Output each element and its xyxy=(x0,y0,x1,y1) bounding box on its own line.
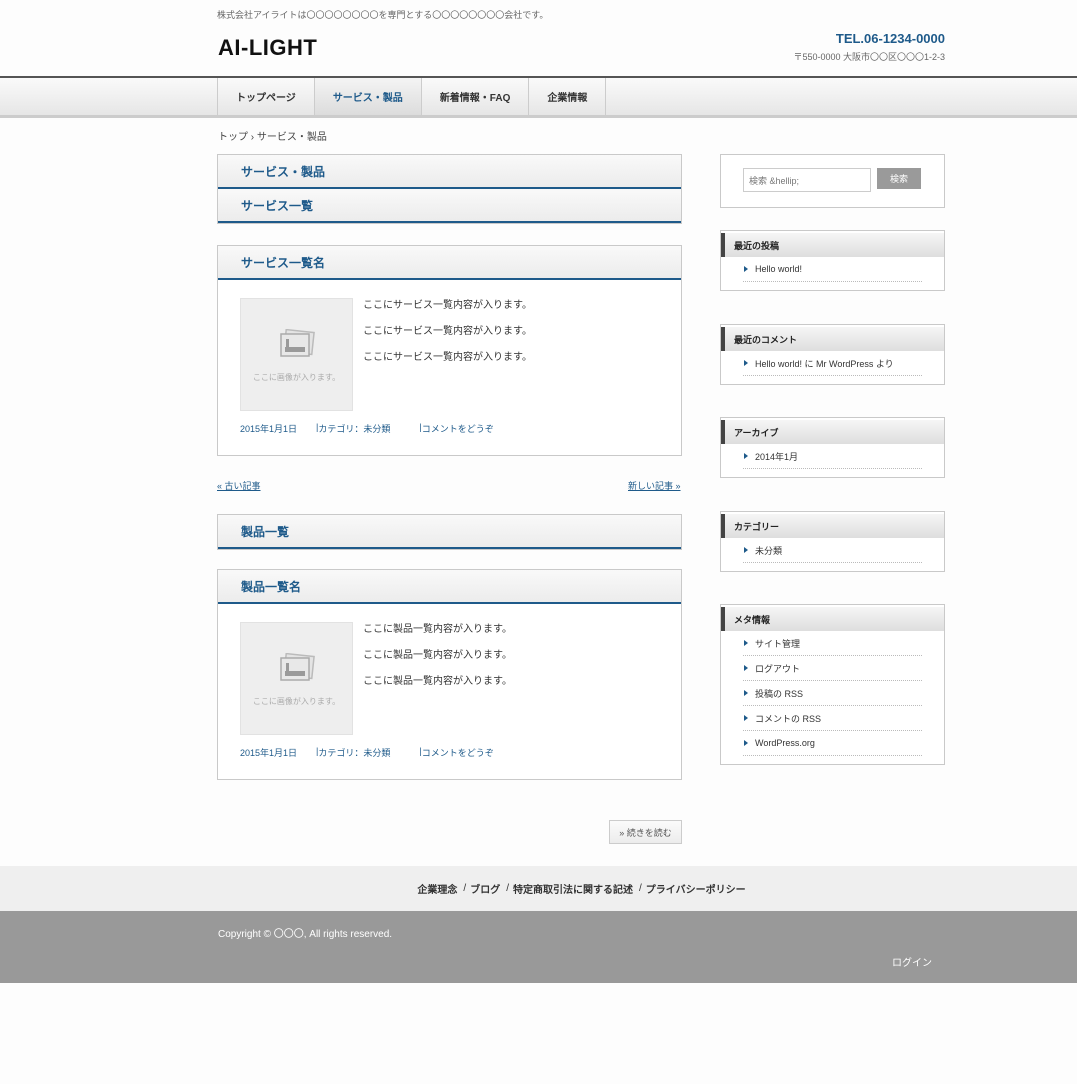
company-address: 〒550-0000 大阪市〇〇区〇〇〇1-2-3 xyxy=(793,52,945,62)
list-item[interactable]: Hello world! xyxy=(743,257,922,282)
copyright: Copyright © 〇〇〇, All rights reserved. xyxy=(218,929,393,940)
image-placeholder-icon xyxy=(280,653,315,681)
nav-item-services[interactable]: サービス・製品 xyxy=(313,78,421,115)
image-placeholder-icon xyxy=(280,329,315,357)
post-category[interactable]: カテゴリ：未分類 xyxy=(318,422,390,435)
post-thumbnail[interactable]: ここに画像が入ります。 xyxy=(240,298,353,411)
post-title[interactable]: 製品一覧名 xyxy=(218,570,681,604)
global-nav: トップページ サービス・製品 新着情報・FAQ 企業情報 xyxy=(217,78,607,115)
post-comment-link[interactable]: コメントをどうぞ xyxy=(422,746,494,759)
older-posts-link[interactable]: « 古い記事 xyxy=(217,479,682,492)
categories-widget: カテゴリー 未分類 xyxy=(720,511,945,572)
nav-item-company[interactable]: 企業情報 xyxy=(528,78,607,115)
footer-separator: / xyxy=(506,883,509,894)
footer-link-privacy[interactable]: プライバシーポリシー xyxy=(646,881,746,896)
nav-item-top[interactable]: トップページ xyxy=(217,78,314,115)
post-line: ここにサービス一覧内容が入ります。 xyxy=(363,326,532,337)
list-item[interactable]: サイト管理 xyxy=(743,631,922,656)
post-thumbnail[interactable]: ここに画像が入ります。 xyxy=(240,622,353,735)
post-meta: 2015年1月1日 | カテゴリ：未分類 | コメントをどうぞ xyxy=(240,746,494,759)
search-input[interactable]: 検索 &hellip; xyxy=(743,168,871,192)
post-date[interactable]: 2015年1月1日 xyxy=(240,746,297,759)
post-card: 製品一覧名 ここに画像が入ります。 ここに製品一覧内容が入ります。 ここに製品一… xyxy=(217,569,682,780)
post-line: ここにサービス一覧内容が入ります。 xyxy=(363,300,532,311)
widget-title: 最近の投稿 xyxy=(721,233,944,257)
widget-title: メタ情報 xyxy=(721,607,944,631)
site-logo[interactable]: AI-LIGHT xyxy=(218,35,317,61)
list-item[interactable]: 投稿の RSS xyxy=(743,681,922,706)
widget-title: 最近のコメント xyxy=(721,327,944,351)
section-title-services: サービス一覧 xyxy=(218,189,681,223)
post-category[interactable]: カテゴリ：未分類 xyxy=(318,746,390,759)
meta-widget: メタ情報 サイト管理 ログアウト 投稿の RSS コメントの RSS WordP… xyxy=(720,604,945,765)
post-meta: 2015年1月1日 | カテゴリ：未分類 | コメントをどうぞ xyxy=(240,422,494,435)
thumbnail-caption: ここに画像が入ります。 xyxy=(252,373,341,382)
list-item[interactable]: ログアウト xyxy=(743,656,922,681)
login-link[interactable]: ログイン xyxy=(892,954,932,969)
thumbnail-caption: ここに画像が入ります。 xyxy=(252,697,341,706)
footer-bottom: Copyright © 〇〇〇, All rights reserved. ログ… xyxy=(0,911,1077,983)
post-card: サービス一覧名 ここに画像が入ります。 ここにサービス一覧内容が入ります。 ここ… xyxy=(217,245,682,456)
post-comment-link[interactable]: コメントをどうぞ xyxy=(422,422,494,435)
section-title-products: 製品一覧 xyxy=(218,515,681,549)
footer-separator: / xyxy=(463,883,467,894)
widget-title: カテゴリー xyxy=(721,514,944,538)
post-date[interactable]: 2015年1月1日 xyxy=(240,422,297,435)
site-tagline: 株式会社アイライトは〇〇〇〇〇〇〇〇を専門とする〇〇〇〇〇〇〇〇会社です。 xyxy=(217,10,549,20)
search-widget: 検索 &hellip; 検索 xyxy=(720,154,945,208)
list-item[interactable]: WordPress.org xyxy=(743,731,922,756)
list-item[interactable]: Hello world! に Mr WordPress より xyxy=(743,351,922,376)
footer-link-blog[interactable]: ブログ xyxy=(470,881,500,896)
breadcrumb[interactable]: トップ › サービス・製品 xyxy=(218,128,327,143)
section-box-products: 製品一覧 xyxy=(217,514,682,550)
footer-nav: 企業理念 / ブログ / 特定商取引法に関する記述 / プライバシーポリシー xyxy=(0,866,1077,911)
recent-posts-widget: 最近の投稿 Hello world! xyxy=(720,230,945,291)
post-line: ここに製品一覧内容が入ります。 xyxy=(363,624,512,635)
footer-link-philosophy[interactable]: 企業理念 xyxy=(417,881,457,896)
list-item[interactable]: コメントの RSS xyxy=(743,706,922,731)
phone-number: TEL.06-1234-0000 xyxy=(835,31,945,46)
global-nav-bar: トップページ サービス・製品 新着情報・FAQ 企業情報 xyxy=(0,76,1077,118)
recent-comments-widget: 最近のコメント Hello world! に Mr WordPress より xyxy=(720,324,945,385)
nav-item-news-faq[interactable]: 新着情報・FAQ xyxy=(420,78,529,115)
archives-widget: アーカイブ 2014年1月 xyxy=(720,417,945,478)
page-title: サービス・製品 xyxy=(218,155,681,189)
post-line: ここに製品一覧内容が入ります。 xyxy=(363,650,512,661)
footer-separator: / xyxy=(638,883,642,894)
newer-posts-link[interactable]: 新しい記事 » xyxy=(628,479,681,492)
read-more-button[interactable]: » 続きを読む xyxy=(609,820,682,844)
post-title[interactable]: サービス一覧名 xyxy=(218,246,681,280)
post-line: ここにサービス一覧内容が入ります。 xyxy=(363,352,532,363)
search-button[interactable]: 検索 xyxy=(877,168,921,189)
footer-link-legal[interactable]: 特定商取引法に関する記述 xyxy=(513,881,633,896)
widget-title: アーカイブ xyxy=(721,420,944,444)
list-item[interactable]: 未分類 xyxy=(743,538,922,563)
page-title-box: サービス・製品 サービス一覧 xyxy=(217,154,682,224)
list-item[interactable]: 2014年1月 xyxy=(743,444,922,469)
post-line: ここに製品一覧内容が入ります。 xyxy=(363,676,512,687)
